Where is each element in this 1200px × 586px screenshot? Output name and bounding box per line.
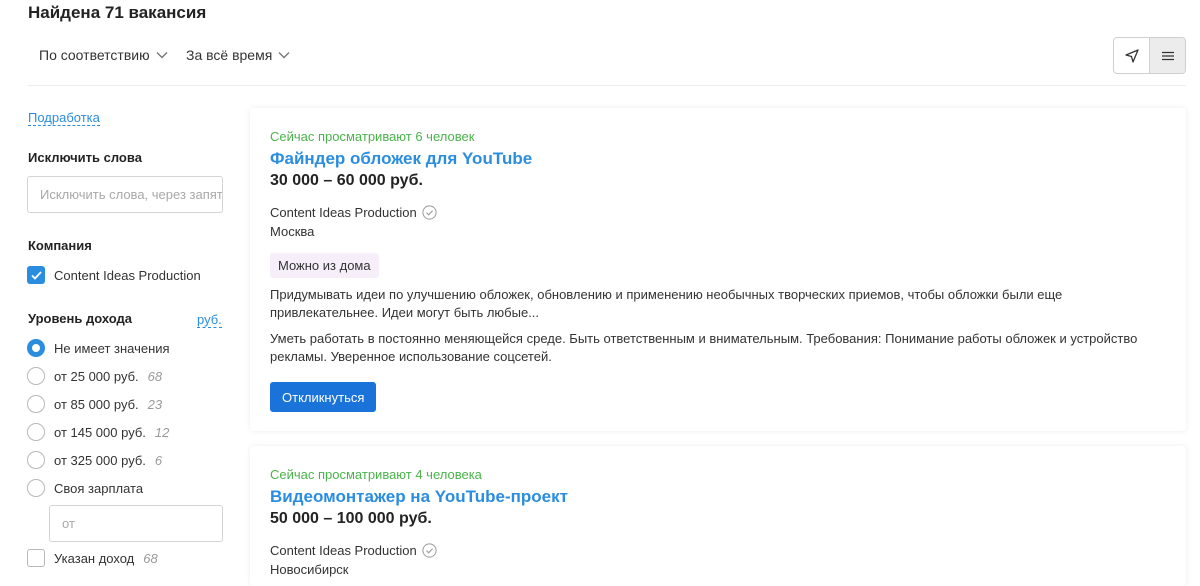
- salary-option-count: 68: [147, 368, 163, 384]
- radio[interactable]: [27, 423, 45, 441]
- vacancy-city: Москва: [270, 224, 315, 239]
- radio[interactable]: [27, 479, 45, 497]
- salary-option-label: Своя зарплата: [54, 480, 144, 496]
- salary-option[interactable]: от 145 000 руб. 12: [27, 423, 169, 441]
- company-name: Content Ideas Production: [270, 205, 417, 220]
- vacancy-requirements: Уметь работать в постоянно меняющейся ср…: [270, 331, 1138, 364]
- part-time-link[interactable]: Подработка: [28, 109, 100, 127]
- salary-heading: Уровень дохода: [28, 311, 133, 326]
- salary-option-label: от 145 000 руб.: [54, 424, 146, 440]
- vacancy-salary: 30 000 – 60 000 руб.: [270, 172, 423, 189]
- vacancy-city: Новосибирск: [270, 562, 349, 577]
- salary-option[interactable]: от 325 000 руб. 6: [27, 451, 162, 469]
- exclude-words-input[interactable]: Исключить слова, через запятую: [27, 176, 223, 213]
- company-option-label: Content Ideas Production: [54, 267, 201, 283]
- salary-option[interactable]: от 85 000 руб. 23: [27, 395, 162, 413]
- company-name: Content Ideas Production: [270, 543, 417, 558]
- currency-switch[interactable]: руб.: [197, 311, 222, 329]
- vacancy-card: Сейчас просматривают 4 человека Видеомон…: [250, 446, 1186, 586]
- page-title: Найдена 71 вакансия: [28, 3, 207, 22]
- vacancy-title-link[interactable]: Видеомонтажер на YouTube-проект: [270, 487, 568, 507]
- list-view-button[interactable]: [1149, 38, 1185, 73]
- sort-label: По соответствию: [39, 47, 150, 63]
- radio[interactable]: [27, 367, 45, 385]
- salary-option[interactable]: Не имеет значения: [27, 339, 170, 357]
- sort-dropdown[interactable]: По соответствию: [39, 47, 168, 63]
- salary-option-count: 12: [154, 424, 170, 440]
- header-divider: [28, 85, 1186, 86]
- salary-specified-option[interactable]: Указан доход 68: [27, 549, 158, 567]
- salary-option[interactable]: Своя зарплата: [27, 479, 143, 497]
- salary-option-label: от 325 000 руб.: [54, 452, 146, 468]
- company-link[interactable]: Content Ideas Production: [270, 543, 437, 558]
- salary-option-label: от 85 000 руб.: [54, 396, 139, 412]
- chevron-down-icon: [156, 52, 168, 59]
- radio[interactable]: [27, 395, 45, 413]
- chevron-down-icon: [278, 52, 290, 59]
- remote-badge: Можно из дома: [270, 253, 379, 278]
- apply-button[interactable]: Откликнуться: [270, 382, 377, 412]
- vacancy-card: Сейчас просматривают 6 человек Файндер о…: [250, 108, 1186, 431]
- vacancy-salary: 50 000 – 100 000 руб.: [270, 510, 432, 527]
- period-label: За всё время: [186, 47, 273, 63]
- map-view-button[interactable]: [1114, 38, 1149, 73]
- company-link[interactable]: Content Ideas Production: [270, 205, 437, 220]
- salary-specified-count: 68: [143, 550, 158, 566]
- checkbox-checked[interactable]: [27, 266, 45, 284]
- radio-selected[interactable]: [27, 339, 45, 357]
- vacancy-description: Придумывать идеи по улучшению обложек, о…: [270, 287, 1063, 320]
- salary-option-count: 6: [154, 452, 163, 468]
- checkbox[interactable]: [27, 549, 45, 567]
- view-toggle: [1113, 37, 1186, 74]
- radio[interactable]: [27, 451, 45, 469]
- checkmark-icon: [30, 270, 42, 280]
- viewers-count: Сейчас просматривают 4 человека: [270, 467, 482, 482]
- salary-option-count: 23: [147, 396, 163, 412]
- part-time-link-label: Подработка: [28, 110, 100, 126]
- salary-specified-label: Указан доход: [54, 550, 135, 566]
- viewers-count: Сейчас просматривают 6 человек: [270, 129, 475, 144]
- verified-check-icon: [422, 205, 437, 220]
- location-arrow-icon: [1124, 48, 1139, 63]
- salary-option[interactable]: от 25 000 руб. 68: [27, 367, 162, 385]
- company-heading: Компания: [28, 238, 92, 253]
- exclude-words-heading: Исключить слова: [28, 150, 142, 165]
- salary-option-label: от 25 000 руб.: [54, 368, 139, 384]
- verified-check-icon: [422, 543, 437, 558]
- period-dropdown[interactable]: За всё время: [186, 47, 290, 63]
- currency-label: руб.: [197, 312, 222, 328]
- company-filter-option[interactable]: Content Ideas Production: [27, 266, 201, 284]
- own-salary-input[interactable]: от: [49, 505, 223, 542]
- vacancy-title-link[interactable]: Файндер обложек для YouTube: [270, 149, 532, 169]
- list-icon: [1161, 51, 1174, 60]
- salary-option-label: Не имеет значения: [54, 340, 170, 356]
